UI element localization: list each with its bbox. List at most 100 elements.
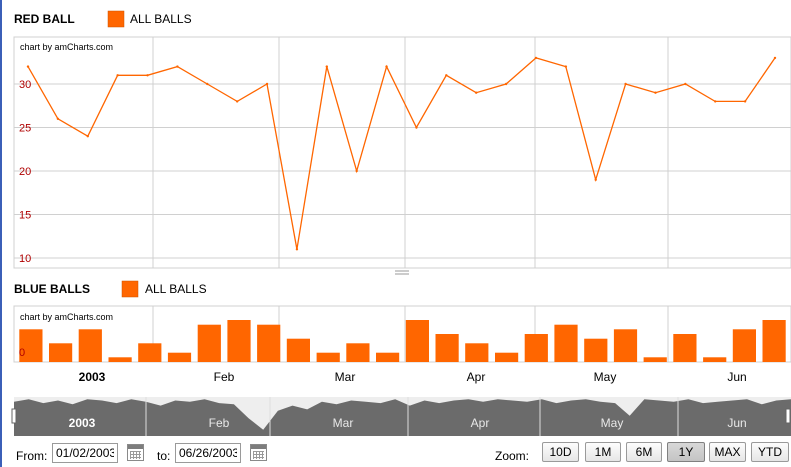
bottom-bar[interactable] xyxy=(227,320,251,362)
bottom-bar[interactable] xyxy=(49,343,73,362)
bottom-legend-label: ALL BALLS xyxy=(145,282,207,296)
bottom-bar[interactable] xyxy=(405,320,429,362)
zoom-1m-button[interactable]: 1M xyxy=(585,442,621,462)
top-panel-title: RED BALL xyxy=(14,12,75,26)
top-data-point[interactable] xyxy=(684,82,687,86)
top-panel: RED BALL ALL BALLS 10 15 20 25 30 chart by a… xyxy=(13,10,791,269)
category-axis-label: Jun xyxy=(727,370,746,384)
top-plot-area xyxy=(13,36,791,269)
category-axis: 2003 Feb Mar Apr May Jun xyxy=(79,370,747,384)
bottom-bar[interactable] xyxy=(613,329,638,362)
top-data-point[interactable] xyxy=(116,74,119,77)
category-axis-label: May xyxy=(594,370,617,384)
bottom-legend-swatch[interactable] xyxy=(121,280,139,298)
bottom-chart-credit: chart by amCharts.com xyxy=(20,312,113,322)
bottom-bar[interactable] xyxy=(346,343,370,362)
zoom-1y-button[interactable]: 1Y xyxy=(667,442,705,462)
zoom-ytd-button[interactable]: YTD xyxy=(751,442,789,462)
scroller-label: Jun xyxy=(727,416,746,430)
panel-resize-handle[interactable] xyxy=(395,270,409,275)
category-axis-label: Apr xyxy=(467,370,486,384)
top-data-point[interactable] xyxy=(385,65,388,68)
top-data-point[interactable] xyxy=(714,100,717,103)
category-axis-label: 2003 xyxy=(79,370,106,384)
bottom-bar[interactable] xyxy=(316,352,340,362)
top-data-point[interactable] xyxy=(355,169,358,173)
top-data-point[interactable] xyxy=(654,91,657,94)
zoom-6m-button[interactable]: 6M xyxy=(626,442,662,462)
scroller[interactable]: 2003 Feb Mar Apr May Jun xyxy=(11,397,791,436)
scroller-right-handle[interactable] xyxy=(785,408,791,424)
scroller-label: Mar xyxy=(333,416,354,430)
bottom-bar[interactable] xyxy=(673,334,697,362)
controls-bar: From: to: Zoom: 10D 1M 6M 1Y MAX YTD xyxy=(0,440,791,467)
top-data-point[interactable] xyxy=(176,65,179,68)
bottom-bar[interactable] xyxy=(376,352,400,362)
top-data-point[interactable] xyxy=(564,65,568,68)
top-y-tick-label: 25 xyxy=(19,123,31,135)
bottom-bar[interactable] xyxy=(465,343,489,362)
category-axis-label: Mar xyxy=(335,370,356,384)
bottom-bar[interactable] xyxy=(167,352,192,362)
bottom-y-axis: 0 xyxy=(19,347,25,359)
top-y-tick-label: 15 xyxy=(19,210,31,222)
top-data-point[interactable] xyxy=(773,56,777,60)
top-chart-credit: chart by amCharts.com xyxy=(20,42,113,52)
top-data-point[interactable] xyxy=(295,248,299,251)
bottom-bar[interactable] xyxy=(257,324,281,362)
bottom-bar[interactable] xyxy=(286,338,310,362)
bottom-bar[interactable] xyxy=(108,357,132,362)
top-data-point[interactable] xyxy=(594,178,597,181)
top-data-point[interactable] xyxy=(26,65,30,68)
top-y-tick-label: 20 xyxy=(19,166,31,178)
bottom-bar[interactable] xyxy=(643,357,667,362)
bottom-y-tick-label: 0 xyxy=(19,347,25,359)
top-data-point[interactable] xyxy=(445,74,448,77)
calendar-icon[interactable] xyxy=(127,444,144,461)
bottom-bar[interactable] xyxy=(138,343,162,362)
top-legend-label: ALL BALLS xyxy=(130,12,192,26)
bottom-bar[interactable] xyxy=(435,334,459,362)
scroller-label: Apr xyxy=(471,416,490,430)
scroller-area xyxy=(14,399,791,436)
top-y-tick-label: 30 xyxy=(19,79,31,91)
top-data-point[interactable] xyxy=(475,91,478,94)
top-data-point[interactable] xyxy=(504,82,508,86)
top-data-point[interactable] xyxy=(415,126,418,129)
zoom-label: Zoom: xyxy=(495,449,530,463)
top-data-point[interactable] xyxy=(146,74,149,77)
top-legend-swatch[interactable] xyxy=(107,10,125,28)
bottom-bar[interactable] xyxy=(524,334,548,362)
calendar-icon[interactable] xyxy=(250,444,267,461)
top-data-point[interactable] xyxy=(265,82,269,86)
bottom-bar[interactable] xyxy=(584,338,608,362)
scroller-label: May xyxy=(601,416,624,430)
bottom-bar[interactable] xyxy=(197,324,221,362)
top-data-point[interactable] xyxy=(235,100,239,103)
scroller-label: 2003 xyxy=(69,416,96,430)
bottom-panel-title: BLUE BALLS xyxy=(14,282,90,296)
top-data-point[interactable] xyxy=(56,117,60,121)
bottom-bar[interactable] xyxy=(554,324,578,362)
top-data-point[interactable] xyxy=(624,82,627,86)
top-data-point[interactable] xyxy=(743,100,747,103)
stock-chart: RED BALL ALL BALLS 10 15 20 25 30 chart by a… xyxy=(11,10,791,436)
bottom-panel: BLUE BALLS ALL BALLS 0 chart by amCharts… xyxy=(13,280,791,363)
top-data-point[interactable] xyxy=(325,65,328,68)
top-y-tick-label: 10 xyxy=(19,253,31,265)
to-label: to: xyxy=(157,449,171,463)
bottom-bar[interactable] xyxy=(495,352,519,362)
top-data-point[interactable] xyxy=(206,82,209,86)
from-date-input[interactable] xyxy=(52,443,118,463)
to-date-input[interactable] xyxy=(175,443,241,463)
bottom-bar[interactable] xyxy=(78,329,102,362)
top-data-point[interactable] xyxy=(534,56,538,60)
category-axis-label: Feb xyxy=(214,370,235,384)
zoom-10d-button[interactable]: 10D xyxy=(542,442,579,462)
bottom-bar[interactable] xyxy=(703,357,727,362)
top-data-point[interactable] xyxy=(86,135,89,138)
bottom-bar[interactable] xyxy=(732,329,756,362)
scroller-left-handle[interactable] xyxy=(11,408,17,424)
bottom-bar[interactable] xyxy=(762,320,786,362)
zoom-max-button[interactable]: MAX xyxy=(709,442,746,462)
